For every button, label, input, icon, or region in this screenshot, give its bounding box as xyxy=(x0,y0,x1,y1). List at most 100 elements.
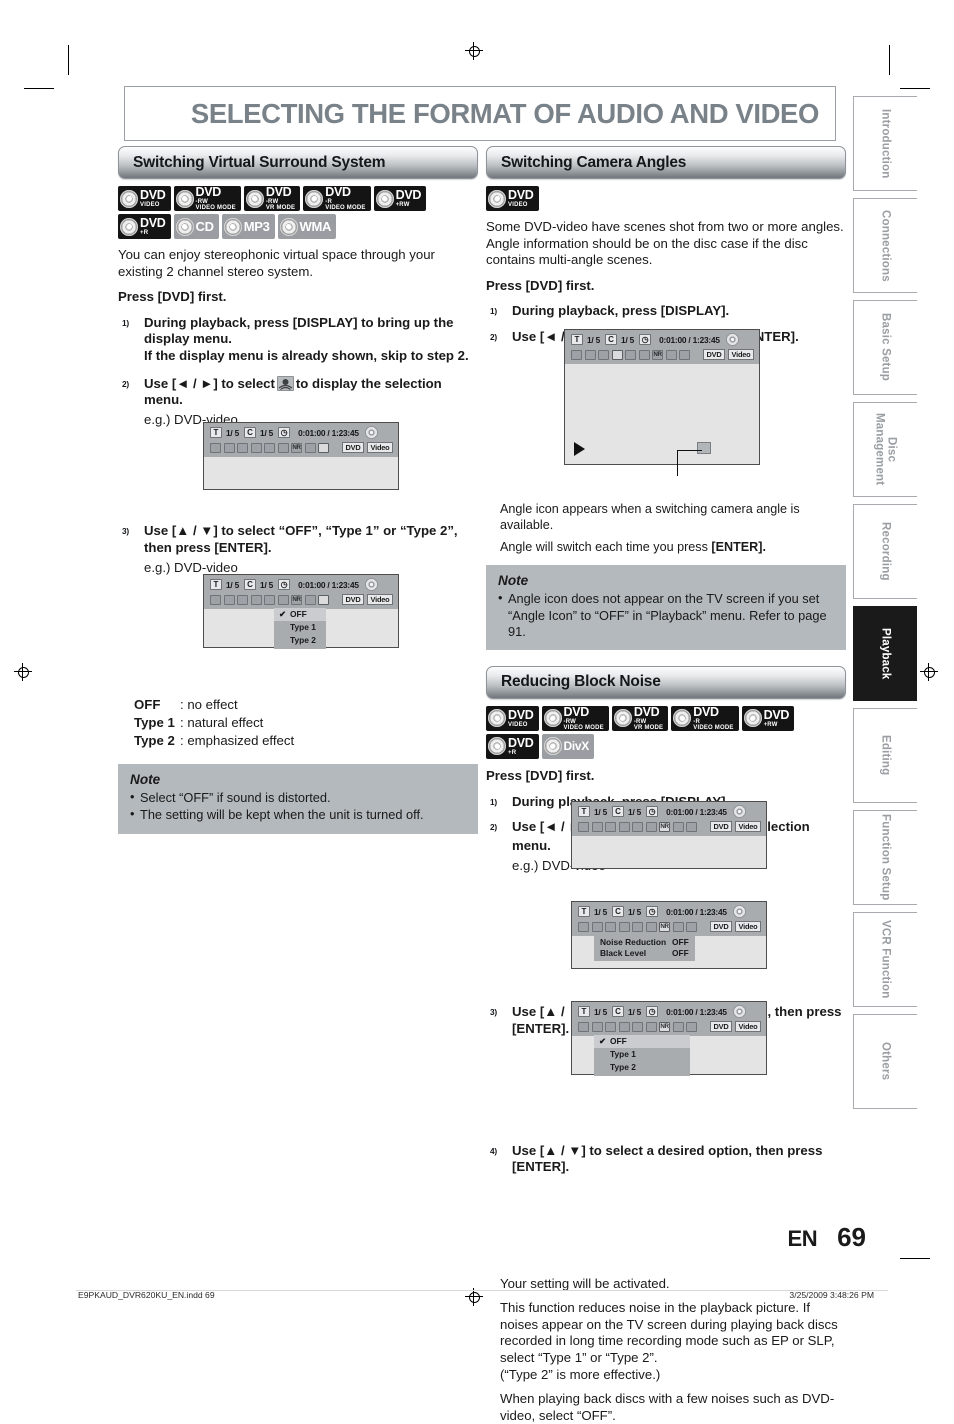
osd-badge-format: Video xyxy=(735,821,761,832)
osd-chapter-value: 1/ 5 xyxy=(628,806,642,817)
osd-repeat-icon xyxy=(632,821,643,832)
osd-surround-dropdown[interactable]: ✔ OFF Type 1 Type 2 xyxy=(274,606,326,649)
osd-clock-icon: ◷ xyxy=(646,906,659,917)
registration-mark-right xyxy=(920,663,938,681)
footer-timestamp: 3/25/2009 3:48:26 PM xyxy=(789,1290,874,1300)
legend-row: OFF : no effect xyxy=(118,696,478,714)
osd-time-value: 0:01:00 / 1:23:45 xyxy=(298,579,359,590)
osd-title-chip: T xyxy=(210,579,222,590)
dropdown-option-type1[interactable]: Type 1 xyxy=(274,621,326,634)
osd-play-indicator-icon xyxy=(574,442,585,456)
osd-noise-reduction-icon: NR xyxy=(659,1021,670,1032)
osd-clock-icon: ◷ xyxy=(278,427,291,438)
osd-subtitle-icon xyxy=(605,921,616,932)
osd-icon-row: NR DVD Video xyxy=(210,441,393,454)
osd-marker-icon xyxy=(645,921,657,932)
osd-repeat-icon xyxy=(632,1021,643,1032)
side-tab-label: Editing xyxy=(879,735,892,776)
osd-virtual-surround-icon xyxy=(318,594,329,605)
camera-step-1: 1) During playback, press [DISPLAY]. xyxy=(486,303,846,320)
osd-status-row-1: T 1/ 5 C 1/ 5 ◷ 0:01:00 / 1:23:45 xyxy=(578,805,761,818)
disc-logo-divx: DivX xyxy=(541,733,594,759)
disc-logo-line1: DVD xyxy=(395,188,422,202)
disc-logo-line1: DVD xyxy=(763,707,790,722)
left-column: Switching Virtual Surround System DVD VID… xyxy=(118,146,478,834)
disc-logo-line1: CD xyxy=(195,219,214,234)
blocknoise-after-3: (“Type 2” is more effective.) xyxy=(500,1366,661,1382)
osd-badge-disc: DVD xyxy=(709,1021,732,1032)
osd-title-value: 1/ 5 xyxy=(226,579,240,590)
camera-caption-1: Angle icon appears when a switching came… xyxy=(500,501,800,533)
osd-setting-row-black-level[interactable]: Black Level OFF xyxy=(600,948,689,959)
side-tab-introduction[interactable]: Introduction xyxy=(853,96,917,191)
side-tab-basic-setup[interactable]: Basic Setup xyxy=(853,300,917,395)
legend-value: : no effect xyxy=(180,697,238,713)
osd-subtitle-icon xyxy=(237,442,248,453)
section-heading-block-noise-label: Reducing Block Noise xyxy=(501,673,661,691)
side-tab-others[interactable]: Others xyxy=(853,1014,917,1109)
osd-disc-icon xyxy=(725,333,739,346)
osd-title-value: 1/ 5 xyxy=(594,1006,608,1017)
disc-logo-line1: DVD xyxy=(140,216,166,230)
side-tab-function-setup[interactable]: Function Setup xyxy=(853,810,917,905)
side-tab-connections[interactable]: Connections xyxy=(853,198,917,293)
osd-disc-icon xyxy=(364,578,378,591)
dropdown-option-off[interactable]: ✔ OFF xyxy=(594,1035,690,1048)
step-1-line-2: If the display menu is already shown, sk… xyxy=(144,347,469,363)
step-1-text: During playback, press [DISPLAY]. xyxy=(512,303,730,319)
camera-note-box: Note Angle icon does not appear on the T… xyxy=(486,565,846,650)
disc-platter-icon xyxy=(488,737,506,756)
legend-key: Type 1 xyxy=(134,715,175,731)
page-title: SELECTING THE FORMAT OF AUDIO AND VIDEO xyxy=(190,97,820,129)
registration-mark-left xyxy=(14,663,32,681)
osd-zoom-icon xyxy=(304,594,316,605)
side-tab-label: Connections xyxy=(879,209,892,282)
disc-logo-line1: DVD xyxy=(508,735,534,750)
osd-status-bar: T 1/ 5 C 1/ 5 ◷ 0:01:00 / 1:23:45 NR DVD xyxy=(565,330,759,364)
surround-note-box: Note Select “OFF” if sound is distorted.… xyxy=(118,764,478,834)
disc-logo-line1: DVD xyxy=(508,707,534,722)
osd-subtitle-icon xyxy=(598,349,609,360)
note-item: The setting will be kept when the unit i… xyxy=(130,806,468,823)
osd-audio-icon xyxy=(591,921,603,932)
osd-nr-dropdown[interactable]: ✔ OFF Type 1 Type 2 xyxy=(594,1033,690,1076)
dropdown-option-off[interactable]: ✔ OFF xyxy=(274,608,326,621)
note-item: Select “OFF” if sound is distorted. xyxy=(130,789,468,806)
disc-logo-dvd-rw-vr-mode: DVD -RW VR MODE xyxy=(611,706,669,731)
dropdown-option-type1[interactable]: Type 1 xyxy=(594,1048,690,1061)
dropdown-option-type2[interactable]: Type 2 xyxy=(594,1061,690,1074)
osd-angle-icon xyxy=(250,594,262,605)
side-tab-recording[interactable]: Recording xyxy=(853,504,917,599)
step-1-line-1: During playback, press [DISPLAY] to brin… xyxy=(144,314,454,347)
side-tab-playback[interactable]: Playback xyxy=(853,606,917,701)
osd-title-chip: T xyxy=(578,1006,590,1017)
side-tab-disc-management[interactable]: Disc Management xyxy=(853,402,917,497)
disc-logo-line3: VR MODE xyxy=(633,724,664,731)
osd-nr-settings-table[interactable]: Noise Reduction OFF Black Level OFF xyxy=(594,935,695,961)
osd-audio-icon xyxy=(584,349,596,360)
osd-badge-disc: DVD xyxy=(709,821,732,832)
disc-platter-icon xyxy=(223,217,242,236)
disc-logo-wma: WMA xyxy=(277,214,337,239)
step-number: 4) xyxy=(490,1145,497,1156)
note-title: Note xyxy=(130,772,161,788)
osd-setting-row-noise-reduction[interactable]: Noise Reduction OFF xyxy=(600,937,689,948)
osd-icon-row: NR DVD Video xyxy=(210,593,393,606)
disc-platter-icon xyxy=(488,709,506,728)
osd-title-chip: T xyxy=(578,806,590,817)
blocknoise-step-4: 4) Use [▲ / ▼] to select a desired optio… xyxy=(486,1143,846,1176)
side-tab-vcr-function[interactable]: VCR Function xyxy=(853,912,917,1007)
disc-logo-line3: VIDEO MODE xyxy=(195,205,236,211)
disc-logo-line2: +R xyxy=(508,749,517,756)
side-tab-editing[interactable]: Editing xyxy=(853,708,917,803)
leader-line-horizontal xyxy=(677,450,702,452)
osd-title-chip: T xyxy=(210,427,222,438)
osd-angle-icon xyxy=(611,349,623,360)
surround-legend: OFF : no effect Type 1 : natural effect … xyxy=(118,696,478,750)
disc-logo-dvd-video: DVD VIDEO xyxy=(486,705,539,731)
dropdown-option-type2[interactable]: Type 2 xyxy=(274,634,326,647)
disc-logo-line3: VR MODE xyxy=(265,205,296,211)
side-tab-label: Disc Management xyxy=(873,413,898,486)
osd-disc-icon xyxy=(732,1005,746,1018)
osd-search-icon xyxy=(210,442,221,453)
